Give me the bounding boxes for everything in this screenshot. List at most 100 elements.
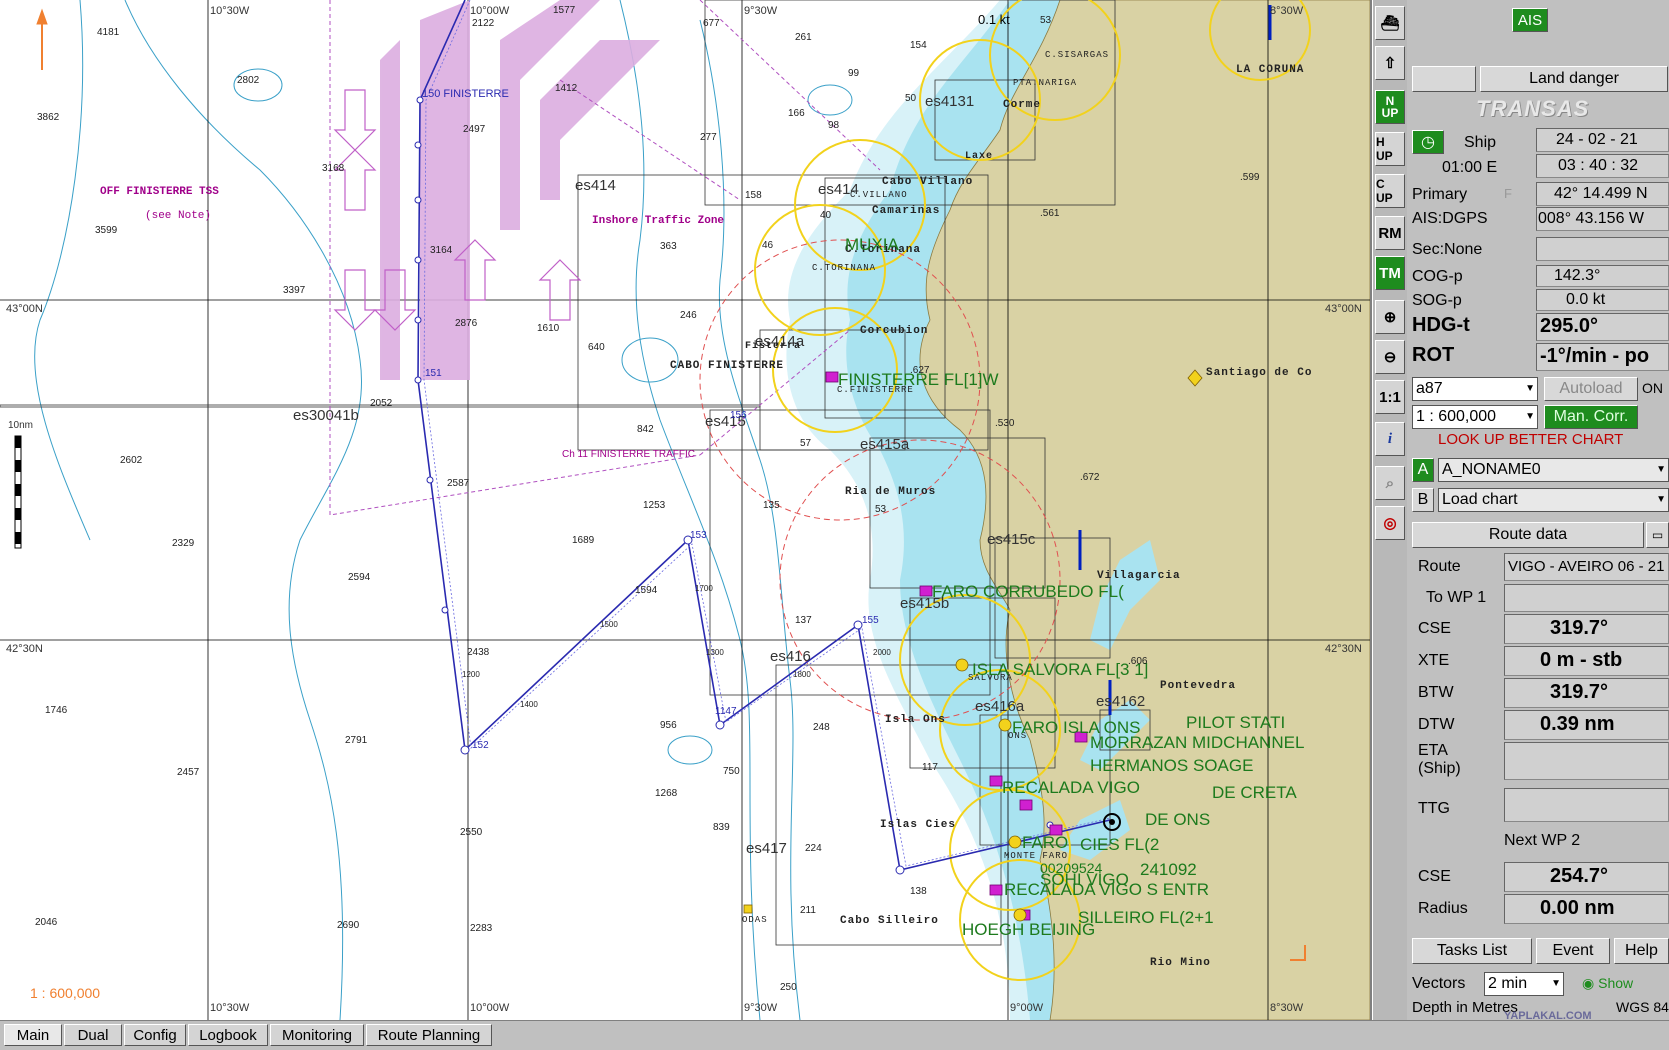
place-label: C.TORINANA — [812, 263, 877, 273]
depth-sounding: 2602 — [120, 455, 143, 466]
true-motion-button[interactable]: TM — [1375, 256, 1405, 290]
ship-center-icon[interactable]: ⇧ — [1375, 46, 1405, 80]
layer-b-select[interactable]: Load chart ▼ — [1438, 488, 1669, 512]
tab-config[interactable]: Config — [124, 1024, 186, 1046]
scale-select-value: 1 : 600,000 — [1416, 408, 1497, 425]
light-label: SILLEIRO FL(2+1 — [1078, 908, 1214, 927]
waypoint-label: 1147 — [715, 706, 737, 717]
depth-sounding: 2329 — [172, 538, 195, 549]
chart-select[interactable]: a87 ▼ — [1412, 377, 1538, 401]
xte-label: XTE — [1418, 652, 1450, 669]
depth-sounding: 2283 — [470, 923, 493, 934]
btw-value: 319.7° — [1550, 681, 1609, 703]
layer-a-select[interactable]: A_NONAME0 ▼ — [1438, 458, 1669, 482]
tab-route-planning[interactable]: Route Planning — [366, 1024, 492, 1046]
look-up-better-chart[interactable]: LOOK UP BETTER CHART — [1438, 431, 1623, 448]
depth-sounding: 1610 — [537, 323, 560, 334]
depth-units-label: Depth in Metres — [1412, 999, 1518, 1016]
vectors-select[interactable]: 2 min ▼ — [1484, 972, 1564, 996]
place-label: LA CORUNA — [1236, 64, 1305, 76]
place-label: Corcubion — [860, 325, 929, 337]
head-up-button[interactable]: H UP — [1375, 132, 1405, 166]
route-name: VIGO - AVEIRO 06 - 21 — [1508, 558, 1665, 575]
cog-value: 142.3° — [1554, 267, 1601, 284]
light-label: MORRAZAN MIDCHANNEL — [1090, 733, 1305, 752]
to-waypoint-label: To WP 1 — [1426, 589, 1487, 606]
place-label: Islas Cies — [880, 819, 957, 831]
traffic-channel-label: Ch 11 FINISTERRE TRAFFIC — [562, 449, 695, 460]
btw-label: BTW — [1418, 684, 1454, 701]
ais-button[interactable]: AIS — [1512, 8, 1548, 32]
relative-motion-button[interactable]: RM — [1375, 216, 1405, 250]
depth-sounding: 4181 — [97, 27, 120, 38]
radius-label: Radius — [1418, 900, 1468, 917]
cell-label: es417 — [746, 840, 787, 857]
xte-value: 0 m - stb — [1540, 649, 1623, 671]
tab-logbook[interactable]: Logbook — [188, 1024, 268, 1046]
zoom-in-icon[interactable]: ⊕ — [1375, 300, 1405, 334]
depth-sounding: .606 — [1128, 656, 1148, 667]
depth-sounding: 363 — [660, 241, 677, 252]
inshore-zone-label: Inshore Traffic Zone — [592, 215, 725, 227]
tab-main[interactable]: Main — [4, 1024, 62, 1046]
chart-select-value: a87 — [1416, 380, 1443, 397]
datum-label: WGS 84 — [1616, 999, 1669, 1015]
depth-sounding: 2690 — [337, 920, 360, 931]
place-label: Fisterra — [745, 341, 802, 352]
grid-label-bottom: 10°00W — [470, 1002, 510, 1014]
place-label: PTA.NARIGA — [1013, 78, 1078, 88]
date-value: 24 - 02 - 21 — [1556, 131, 1638, 148]
tab-dual[interactable]: Dual — [64, 1024, 122, 1046]
depth-sounding: 2791 — [345, 735, 368, 746]
info-icon[interactable]: i — [1375, 422, 1405, 456]
light-label: FARO — [1022, 833, 1069, 852]
grid-label-top: 10°30W — [210, 5, 250, 17]
depth-sounding: 117 — [922, 762, 938, 773]
zoom-out-icon[interactable]: ⊖ — [1375, 340, 1405, 374]
clock-icon[interactable]: ◷ — [1412, 130, 1444, 154]
light-label: RECALADA VIGO S ENTR — [1004, 880, 1209, 899]
depth-sounding: 250 — [780, 982, 797, 993]
event-button[interactable]: Event — [1536, 938, 1610, 964]
light-label: HERMANOS SOAGE — [1090, 756, 1254, 775]
tab-monitoring[interactable]: Monitoring — [270, 1024, 364, 1046]
route-time-label: 1200 — [462, 670, 480, 679]
course-up-button[interactable]: C UP — [1375, 174, 1405, 208]
blank-button[interactable] — [1412, 66, 1476, 92]
north-up-button[interactable]: N UP — [1375, 90, 1405, 124]
cell-label: es415a — [860, 436, 910, 453]
cog-label: COG-p — [1412, 268, 1463, 285]
show-radio[interactable]: ◉ Show — [1582, 975, 1633, 992]
help-button[interactable]: Help — [1614, 938, 1669, 964]
cell-label: es416 — [770, 648, 811, 665]
depth-sounding: 677 — [703, 18, 720, 29]
depth-sounding: 1268 — [655, 788, 678, 799]
land-danger-button[interactable]: Land danger — [1480, 66, 1668, 92]
primary-label: Primary — [1412, 186, 1468, 203]
target-ring-icon[interactable]: ◎ — [1375, 506, 1405, 540]
autoload-button[interactable]: Autoload — [1544, 377, 1638, 401]
depth-sounding: 2802 — [237, 75, 260, 86]
manual-correction-button[interactable]: Man. Corr. — [1544, 405, 1638, 429]
layer-a-key[interactable]: A — [1412, 458, 1434, 482]
vectors-label: Vectors — [1412, 975, 1466, 992]
scale-one-to-one-button[interactable]: 1:1 — [1375, 380, 1405, 414]
layer-b-key[interactable]: B — [1412, 488, 1434, 512]
scale-select[interactable]: 1 : 600,000 ▼ — [1412, 405, 1538, 429]
grid-label-top: 8°30W — [1270, 5, 1304, 17]
ship-mode-icon[interactable]: ⛴ — [1375, 6, 1405, 40]
eta-sub-label: (Ship) — [1418, 760, 1461, 777]
depth-sounding: 211 — [800, 905, 816, 916]
scale-bar-label: 10nm — [8, 420, 34, 431]
depth-sounding: 3599 — [95, 225, 118, 236]
search-icon[interactable]: ⌕ — [1375, 466, 1405, 500]
light-label: PILOT STATI — [1186, 713, 1286, 732]
layer-a-value: A_NONAME0 — [1442, 461, 1541, 478]
depth-sounding: 1689 — [572, 535, 595, 546]
chart-area[interactable]: 10°30W 10°00W 9°30W 8°30W 10°30W 10°00W … — [0, 0, 1372, 1020]
depth-sounding: .530 — [995, 418, 1015, 429]
tasks-list-button[interactable]: Tasks List — [1412, 938, 1532, 964]
route-data-select[interactable]: Route data — [1412, 522, 1644, 548]
place-label: Pontevedra — [1160, 680, 1237, 692]
window-toggle-icon[interactable]: ▭ — [1646, 522, 1669, 548]
